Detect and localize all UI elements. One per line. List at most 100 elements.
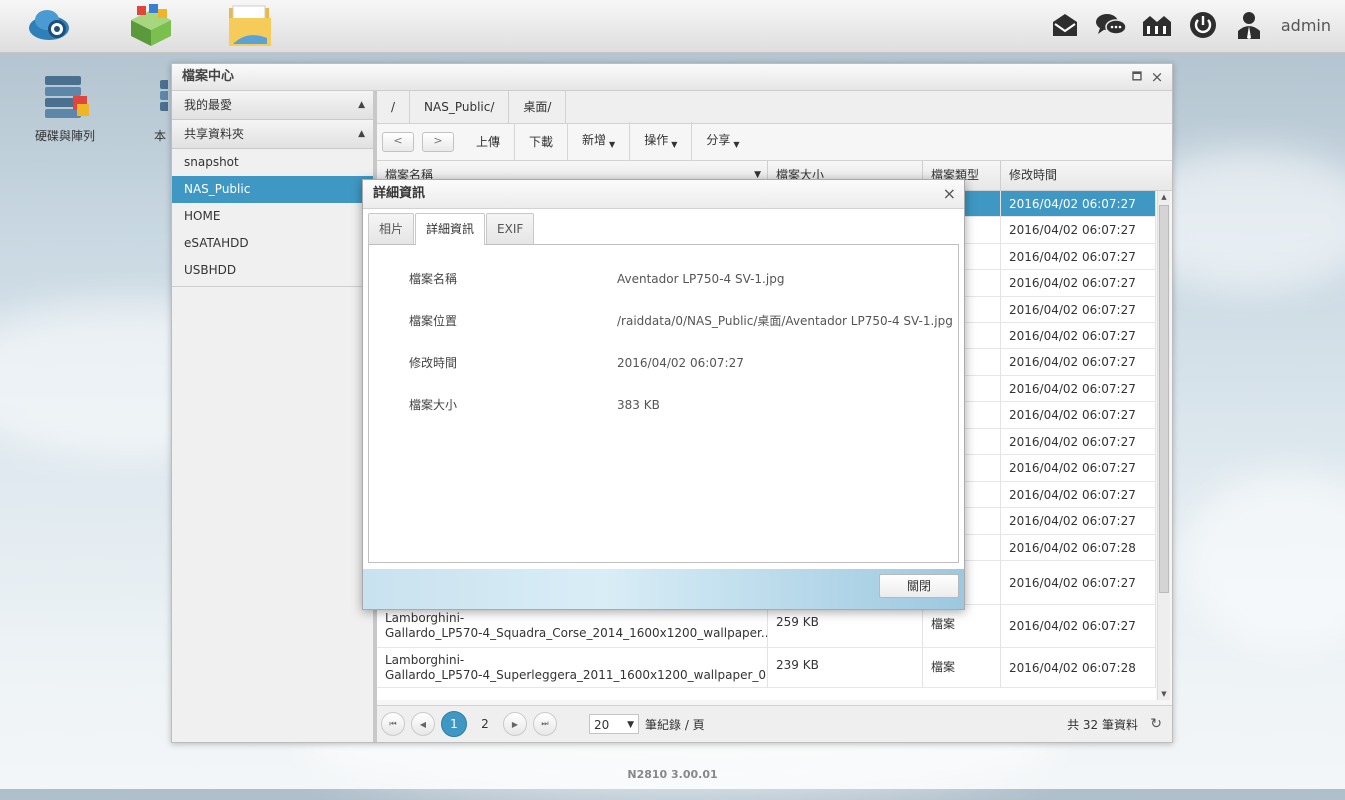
firmware-version: N2810 3.00.01 bbox=[627, 768, 718, 781]
file-size-cell: 259 KB bbox=[768, 605, 923, 647]
desktop-icon-local[interactable]: 本 bbox=[140, 74, 168, 144]
info-row-location: 檔案位置 /raiddata/0/NAS_Public/桌面/Aventador… bbox=[369, 311, 958, 331]
share-menu-button[interactable]: 分享 ▼ bbox=[692, 122, 753, 163]
breadcrumb-item[interactable]: 桌面/ bbox=[509, 91, 567, 123]
desktop-icon-disk-array[interactable]: 硬碟與陣列 bbox=[25, 74, 105, 144]
scroll-down-icon[interactable]: ▼ bbox=[1158, 690, 1170, 698]
top-bar-actions: admin bbox=[1049, 8, 1331, 42]
modified-time-cell: 2016/04/02 06:07:27 bbox=[1001, 508, 1156, 534]
network-icon[interactable] bbox=[1141, 9, 1173, 41]
new-menu-button[interactable]: 新增 ▼ bbox=[568, 121, 631, 163]
shared-folders-label: 共享資料夾 bbox=[184, 127, 245, 141]
table-row[interactable]: Lamborghini- Gallardo_LP570-4_Squadra_Cor… bbox=[377, 605, 1156, 648]
file-name-text: Gallardo_LP570-4_Squadra_Corse_2014_1600… bbox=[385, 626, 768, 640]
modified-time-cell: 2016/04/02 06:07:27 bbox=[1001, 605, 1156, 647]
pagination-bar: ⏮ ◀ 1 2 ▶ ⏭ 20 ▼ 筆紀錄 / 頁 共 32 筆資料 ↻ bbox=[377, 705, 1172, 742]
breadcrumb-item[interactable]: / bbox=[377, 91, 411, 123]
table-row[interactable]: Lamborghini- Gallardo_LP570-4_Superlegger… bbox=[377, 648, 1156, 688]
share-item-usbhdd[interactable]: USBHDD bbox=[172, 257, 373, 284]
page-number[interactable]: 2 bbox=[473, 712, 497, 736]
info-value: Aventador LP750-4 SV-1.jpg bbox=[617, 272, 785, 286]
column-header-modified[interactable]: 修改時間 bbox=[1001, 161, 1172, 190]
favorites-label: 我的最愛 bbox=[184, 98, 233, 112]
page-size-select[interactable]: 20 ▼ bbox=[589, 714, 639, 734]
download-button[interactable]: 下載 bbox=[515, 124, 569, 160]
info-label: 檔案大小 bbox=[409, 398, 458, 412]
column-label: 修改時間 bbox=[1009, 168, 1058, 182]
top-bar: admin bbox=[0, 0, 1345, 53]
close-icon[interactable]: × bbox=[943, 180, 956, 208]
file-center-app-icon[interactable] bbox=[227, 4, 273, 46]
details-panel: 檔案名稱 Aventador LP750-4 SV-1.jpg 檔案位置 /ra… bbox=[368, 244, 959, 563]
total-count: 共 32 筆資料 bbox=[1067, 717, 1138, 732]
info-row-size: 檔案大小 383 KB bbox=[369, 395, 958, 415]
info-value: 2016/04/02 06:07:27 bbox=[617, 356, 744, 370]
folder-sidebar: 我的最愛 ▲ 共享資料夾 ▲ snapshot NAS_Public HOME eSA… bbox=[172, 91, 377, 742]
share-item-esatahdd[interactable]: eSATAHDD bbox=[172, 230, 373, 257]
modified-time-cell: 2016/04/02 06:07:27 bbox=[1001, 429, 1156, 454]
share-item-snapshot[interactable]: snapshot bbox=[172, 149, 373, 176]
window-titlebar[interactable]: 檔案中心 🗖 × bbox=[172, 64, 1172, 91]
page-number[interactable]: 1 bbox=[441, 711, 467, 737]
share-item-home[interactable]: HOME bbox=[172, 203, 373, 230]
action-menu-button[interactable]: 操作 ▼ bbox=[630, 121, 693, 163]
dialog-tabs: 相片 詳細資訊 EXIF bbox=[368, 213, 535, 245]
share-item-nas-public[interactable]: NAS_Public bbox=[172, 176, 373, 203]
back-button[interactable]: < bbox=[382, 132, 414, 152]
app-center-icon[interactable] bbox=[127, 4, 173, 46]
dialog-title: 詳細資訊 bbox=[373, 186, 426, 201]
new-label: 新增 bbox=[582, 132, 607, 147]
share-list: snapshot NAS_Public HOME eSATAHDD USBHDD bbox=[172, 149, 373, 287]
info-label: 檔案名稱 bbox=[409, 272, 458, 286]
file-name-text: Gallardo_LP570-4_Superleggera_2011_1600x… bbox=[385, 667, 768, 682]
info-label: 檔案位置 bbox=[409, 314, 458, 328]
details-dialog: 詳細資訊 × 相片 詳細資訊 EXIF 檔案名稱 Aventador LP750… bbox=[362, 179, 965, 610]
mail-icon[interactable] bbox=[1049, 9, 1081, 41]
background-cloud bbox=[1180, 470, 1345, 650]
file-name-cell: Lamborghini- Gallardo_LP570-4_Squadra_Cor… bbox=[377, 605, 768, 647]
username-label[interactable]: admin bbox=[1281, 16, 1331, 35]
next-page-icon[interactable]: ▶ bbox=[503, 712, 527, 736]
grid-scrollbar[interactable]: ▲ ▼ bbox=[1157, 191, 1170, 700]
favorites-header[interactable]: 我的最愛 ▲ bbox=[172, 91, 373, 120]
page-size-value: 20 bbox=[594, 718, 610, 732]
desktop-icon-label: 硬碟與陣列 bbox=[34, 129, 95, 143]
share-label: 分享 bbox=[706, 132, 731, 147]
tab-details[interactable]: 詳細資訊 bbox=[415, 213, 486, 245]
scrollbar-thumb[interactable] bbox=[1159, 205, 1169, 593]
dropdown-arrow-icon: ▼ bbox=[609, 139, 616, 149]
breadcrumb-item[interactable]: NAS_Public/ bbox=[410, 91, 510, 123]
info-label: 修改時間 bbox=[409, 356, 458, 370]
close-button[interactable]: 關閉 bbox=[879, 574, 959, 598]
first-page-icon[interactable]: ⏮ bbox=[381, 712, 405, 736]
file-toolbar: < > 上傳 下載 新增 ▼ 操作 ▼ 分享 ▼ bbox=[377, 121, 1172, 163]
window-title: 檔案中心 bbox=[182, 69, 235, 84]
maximize-icon[interactable]: 🗖 bbox=[1128, 64, 1146, 90]
shared-folders-header[interactable]: 共享資料夾 ▲ bbox=[172, 120, 373, 149]
modified-time-cell: 2016/04/02 06:07:27 bbox=[1001, 349, 1156, 375]
forward-button[interactable]: > bbox=[422, 132, 454, 152]
chat-icon[interactable] bbox=[1095, 9, 1127, 41]
tab-exif[interactable]: EXIF bbox=[486, 213, 535, 244]
cloud-app-icon[interactable] bbox=[27, 4, 73, 46]
modified-time-cell: 2016/04/02 06:07:27 bbox=[1001, 482, 1156, 507]
scroll-up-icon[interactable]: ▲ bbox=[1158, 193, 1170, 201]
info-row-filename: 檔案名稱 Aventador LP750-4 SV-1.jpg bbox=[369, 269, 958, 289]
file-name-cell: Lamborghini- Gallardo_LP570-4_Superlegger… bbox=[377, 648, 768, 687]
upload-button[interactable]: 上傳 bbox=[462, 124, 516, 160]
breadcrumb: / NAS_Public/桌面/ bbox=[377, 91, 1172, 124]
upload-label: 上傳 bbox=[476, 135, 501, 149]
modified-time-cell: 2016/04/02 06:07:28 bbox=[1001, 648, 1156, 687]
info-row-modified: 修改時間 2016/04/02 06:07:27 bbox=[369, 353, 958, 373]
dialog-titlebar[interactable]: 詳細資訊 × bbox=[363, 180, 964, 209]
prev-page-icon[interactable]: ◀ bbox=[411, 712, 435, 736]
download-label: 下載 bbox=[529, 135, 554, 149]
power-icon[interactable] bbox=[1187, 9, 1219, 41]
close-icon[interactable]: × bbox=[1148, 64, 1166, 90]
dialog-footer: 關閉 bbox=[363, 569, 964, 609]
tab-photo[interactable]: 相片 bbox=[368, 213, 415, 244]
user-icon[interactable] bbox=[1233, 9, 1265, 41]
refresh-icon[interactable]: ↻ bbox=[1150, 716, 1162, 732]
per-page-label: 筆紀錄 / 頁 bbox=[645, 717, 705, 732]
last-page-icon[interactable]: ⏭ bbox=[533, 712, 557, 736]
